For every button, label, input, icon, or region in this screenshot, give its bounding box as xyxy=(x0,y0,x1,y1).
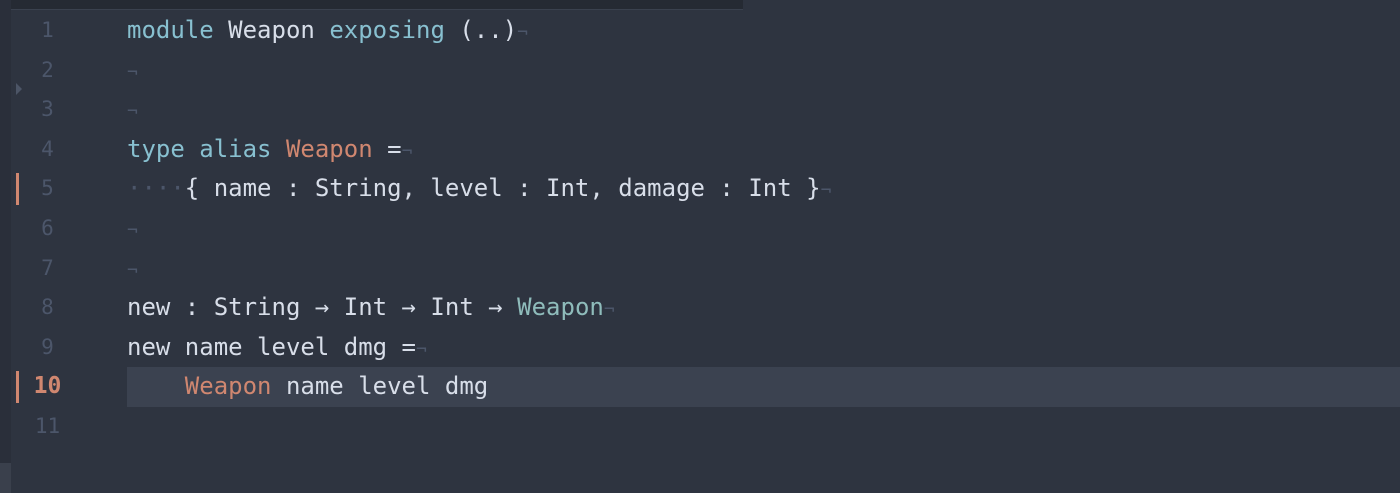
code-token: exposing xyxy=(329,16,445,44)
code-token: new name level dmg = xyxy=(127,332,416,361)
line-number: 3 xyxy=(41,97,54,122)
code-line[interactable]: 11 xyxy=(0,407,1400,447)
end-of-line-marker: ¬ xyxy=(127,101,138,123)
change-indicator xyxy=(16,173,19,206)
code-text[interactable]: ¬ xyxy=(127,209,1400,249)
code-text[interactable]: Weapon name level dmg xyxy=(127,367,1400,407)
code-line[interactable]: 5 ····{ name : String, level : Int, damag… xyxy=(0,169,1400,209)
line-number: 5 xyxy=(41,176,54,201)
line-number: 6 xyxy=(41,215,54,240)
code-text[interactable]: ¬ xyxy=(127,249,1400,289)
code-token: new : String → Int → Int → xyxy=(127,293,518,322)
line-number: 2 xyxy=(41,57,54,82)
end-of-line-marker: ¬ xyxy=(127,219,138,241)
line-number: 11 xyxy=(34,413,61,438)
code-line[interactable]: 1 module Weapon exposing (..)¬ xyxy=(0,11,1400,51)
code-text[interactable] xyxy=(127,407,1400,447)
end-of-line-marker: ¬ xyxy=(415,338,427,360)
whitespace-marker: ···· xyxy=(127,174,185,203)
code-text[interactable]: new : String → Int → Int → Weapon¬ xyxy=(127,288,1400,328)
code-line[interactable]: 2 ¬ xyxy=(0,51,1400,91)
code-token: Weapon xyxy=(285,134,373,163)
code-text[interactable]: type alias Weapon =¬ xyxy=(127,130,1400,170)
code-text[interactable]: ¬ xyxy=(127,51,1400,91)
end-of-line-marker: ¬ xyxy=(127,259,138,281)
code-token: Weapon xyxy=(517,293,604,322)
line-number: 7 xyxy=(41,255,54,280)
code-line[interactable]: 6 ¬ xyxy=(0,209,1400,249)
code-editor[interactable]: 1 module Weapon exposing (..)¬ 2 ¬ 3 ¬ 4 type a… xyxy=(0,0,1400,493)
code-text[interactable]: new name level dmg =¬ xyxy=(127,328,1400,368)
scrollbar-thumb[interactable] xyxy=(0,463,11,493)
line-number: 1 xyxy=(41,18,54,42)
end-of-line-marker: ¬ xyxy=(401,140,413,162)
code-line[interactable]: 9 new name level dmg =¬ xyxy=(0,328,1400,368)
end-of-line-marker: ¬ xyxy=(517,22,528,43)
line-number: 9 xyxy=(41,334,54,359)
code-text[interactable]: ¬ xyxy=(127,90,1400,130)
line-number: 4 xyxy=(41,136,54,161)
code-lines[interactable]: 1 module Weapon exposing (..)¬ 2 ¬ 3 ¬ 4 type a… xyxy=(0,11,1400,447)
change-indicator xyxy=(16,371,19,404)
line-number: 10 xyxy=(33,373,62,400)
line-number: 8 xyxy=(41,295,54,320)
code-token: type xyxy=(127,134,185,163)
code-token: (..) xyxy=(459,16,518,44)
code-token: { name : String, level : Int, damage : I… xyxy=(184,174,821,203)
code-line[interactable]: 7 ¬ xyxy=(0,249,1400,289)
end-of-line-marker: ¬ xyxy=(127,61,138,83)
code-text[interactable]: module Weapon exposing (..)¬ xyxy=(127,11,1400,51)
editor-tab-strip xyxy=(0,0,743,10)
code-text[interactable]: ····{ name : String, level : Int, damage… xyxy=(127,169,1400,209)
end-of-line-marker: ¬ xyxy=(603,299,615,321)
code-token: alias xyxy=(199,134,272,163)
code-line[interactable]: 10 Weapon name level dmg xyxy=(0,367,1400,407)
code-token: module xyxy=(127,16,214,44)
code-token: name level dmg xyxy=(271,372,489,401)
code-token: Weapon xyxy=(228,16,315,44)
end-of-line-marker: ¬ xyxy=(820,180,832,202)
code-token: Weapon xyxy=(184,372,272,401)
code-token: = xyxy=(387,134,402,163)
code-line[interactable]: 8 new : String → Int → Int → Weapon¬ xyxy=(0,288,1400,328)
code-line[interactable]: 3 ¬ xyxy=(0,90,1400,130)
code-line[interactable]: 4 type alias Weapon =¬ xyxy=(0,130,1400,170)
